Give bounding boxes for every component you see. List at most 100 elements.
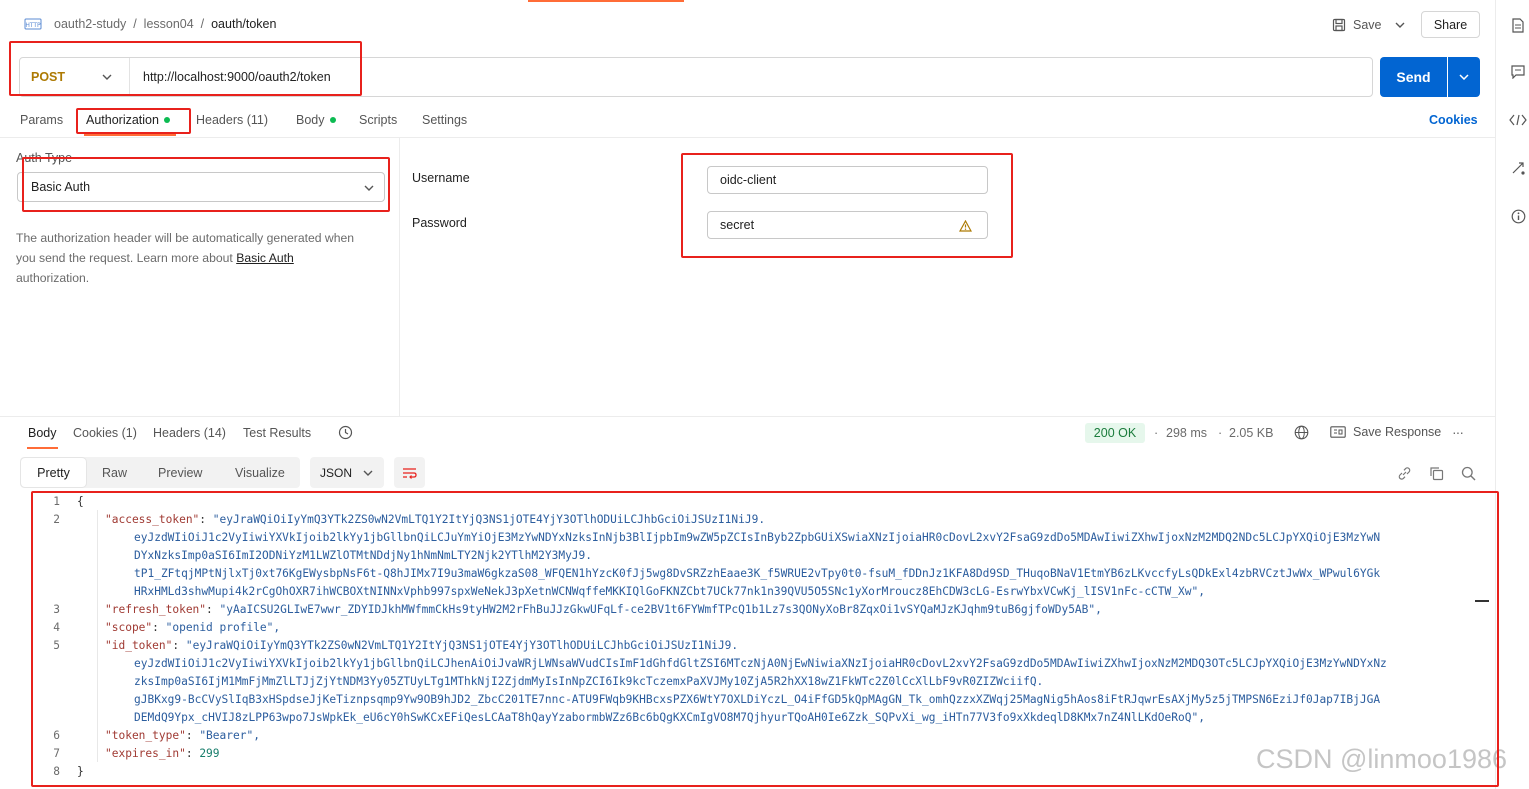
save-response-label: Save Response — [1353, 425, 1442, 439]
cookies-link[interactable]: Cookies — [1429, 113, 1478, 127]
json-string: "eyJraWQiOiIyYmQ3YTk2ZS0wN2VmLTQ1Y2ItYjQ… — [185, 639, 739, 652]
json-colon: : — [185, 747, 200, 760]
breadcrumb-separator: / — [197, 17, 208, 31]
username-label: Username — [412, 171, 470, 185]
save-response-icon — [1330, 426, 1346, 438]
method-label: POST — [31, 70, 66, 84]
json-string: "openid profile", — [165, 621, 281, 634]
save-button[interactable]: Save — [1332, 16, 1382, 34]
code-icon[interactable] — [1508, 112, 1528, 128]
save-options-button[interactable] — [1389, 14, 1411, 36]
tab-authorization-label: Authorization — [86, 113, 159, 127]
response-body-code[interactable]: 1 { 2 "access_token": "eyJraWQiOiIyYmQ3YTk… — [0, 493, 1480, 785]
meta-separator: · — [1154, 426, 1159, 440]
send-options-button[interactable] — [1448, 57, 1480, 97]
password-input[interactable]: secret — [707, 211, 988, 239]
json-string: tP1_ZFtqjMPtNjlxTj0xt76KgEWysbpNsF6t-Q8h… — [134, 567, 1381, 580]
wrap-icon — [403, 467, 417, 479]
json-string: HRxHMLd3shwMupi4k2rCgOhOXR7ihWCBOXtNINNx… — [134, 585, 1205, 598]
tab-scripts[interactable]: Scripts — [359, 113, 397, 127]
json-string: eyJzdWIiOiJ1c2VyIiwiYXVkIjoib2lkYy1jbGll… — [134, 657, 1387, 670]
response-size: 2.05 KB — [1229, 426, 1274, 440]
scrollbar-marker[interactable] — [1475, 600, 1489, 602]
json-string: DEMdQ9Ypx_cHVIJ8zLPP63wpo7JsWpkEk_eU6cY0… — [134, 711, 1205, 724]
auth-description-line: authorization. — [16, 271, 90, 285]
code-text: "refresh_token": "yAaICSU2GLIwE7wwr_ZDYI… — [105, 601, 1102, 619]
json-colon: : — [185, 729, 200, 742]
status-text: 200 OK — [1093, 426, 1137, 440]
meta-separator: · — [1218, 426, 1223, 440]
active-dot-icon — [163, 116, 170, 123]
view-mode-preview[interactable]: Preview — [158, 466, 202, 480]
copy-icon[interactable] — [1427, 464, 1445, 482]
http-badge-icon: HTTP — [24, 17, 42, 31]
json-string: zksImp0aSI6IjM1MmFjMmZlLTJjZjYtNDM3Yy05Z… — [134, 675, 1044, 688]
view-mode-visualize[interactable]: Visualize — [235, 466, 285, 480]
url-text: http://localhost:9000/oauth2/token — [143, 70, 331, 84]
tab-body[interactable]: Body — [296, 113, 336, 127]
network-globe-icon[interactable] — [1293, 424, 1309, 440]
active-dot-icon — [329, 116, 336, 123]
auth-description-text: you send the request. Learn more about — [16, 251, 237, 265]
auth-type-value: Basic Auth — [31, 180, 91, 194]
json-key: "access_token" — [105, 513, 200, 526]
wrap-lines-button[interactable] — [394, 457, 425, 488]
line-number: 2 — [53, 513, 60, 526]
tab-headers[interactable]: Headers (11) — [196, 113, 268, 127]
method-select[interactable]: POST — [20, 58, 130, 96]
basic-auth-link[interactable]: Basic Auth — [236, 251, 294, 265]
search-icon[interactable] — [1459, 464, 1477, 482]
json-key: "token_type" — [105, 729, 186, 742]
tab-active-underline — [84, 134, 176, 136]
response-tab-test-results[interactable]: Test Results — [243, 426, 311, 440]
line-number: 4 — [53, 621, 60, 634]
tab-params[interactable]: Params — [20, 113, 63, 127]
divider — [0, 137, 1495, 138]
share-button[interactable]: Share — [1421, 11, 1480, 38]
view-mode-pretty[interactable]: Pretty — [21, 458, 86, 487]
history-icon[interactable] — [337, 424, 353, 440]
view-mode-raw[interactable]: Raw — [102, 466, 127, 480]
comments-icon[interactable] — [1510, 64, 1526, 80]
link-icon[interactable] — [1395, 464, 1413, 482]
password-label: Password — [412, 216, 467, 230]
response-tab-cookies[interactable]: Cookies (1) — [73, 426, 137, 440]
response-time: 298 ms — [1166, 426, 1207, 440]
warning-icon — [959, 220, 972, 232]
tab-settings[interactable]: Settings — [422, 113, 467, 127]
documentation-icon[interactable] — [1510, 16, 1526, 34]
json-colon: : — [172, 639, 186, 652]
related-collections-icon[interactable] — [1510, 160, 1526, 176]
format-select[interactable]: JSON — [310, 457, 384, 488]
breadcrumb-request[interactable]: oauth/token — [211, 17, 276, 31]
username-input[interactable]: oidc-client — [707, 166, 988, 194]
save-response-button[interactable]: Save Response — [1330, 425, 1441, 439]
breadcrumb-collection[interactable]: oauth2-study — [54, 17, 126, 31]
response-tab-headers[interactable]: Headers (14) — [153, 426, 226, 440]
view-mode-pretty-label: Pretty — [37, 465, 70, 480]
more-options-icon[interactable]: ··· — [1452, 424, 1464, 440]
json-key: "refresh_token" — [105, 603, 207, 616]
json-key: "id_token" — [105, 639, 173, 652]
json-colon: : — [206, 603, 220, 616]
code-text: "scope": "openid profile", — [105, 619, 280, 637]
breadcrumb-folder[interactable]: lesson04 — [144, 17, 194, 31]
watermark: CSDN @linmoo1986 — [1256, 744, 1508, 774]
code-text: { — [77, 495, 84, 508]
auth-type-select[interactable]: Basic Auth — [17, 172, 385, 202]
info-icon[interactable] — [1510, 208, 1526, 224]
json-colon: : — [199, 513, 213, 526]
chevron-down-icon — [363, 470, 373, 476]
send-button[interactable]: Send — [1380, 57, 1447, 97]
chevron-down-icon — [1395, 22, 1405, 28]
share-label: Share — [1433, 17, 1468, 32]
line-number: 8 — [53, 765, 60, 778]
line-number: 3 — [53, 603, 60, 616]
tab-authorization[interactable]: Authorization — [86, 113, 170, 127]
code-text: "expires_in": 299 — [105, 745, 220, 763]
chevron-down-icon — [364, 185, 374, 191]
chevron-down-icon — [102, 74, 112, 80]
url-input[interactable]: http://localhost:9000/oauth2/token — [143, 58, 1363, 96]
tab-body-label: Body — [296, 113, 325, 127]
response-tab-body[interactable]: Body — [28, 426, 57, 440]
